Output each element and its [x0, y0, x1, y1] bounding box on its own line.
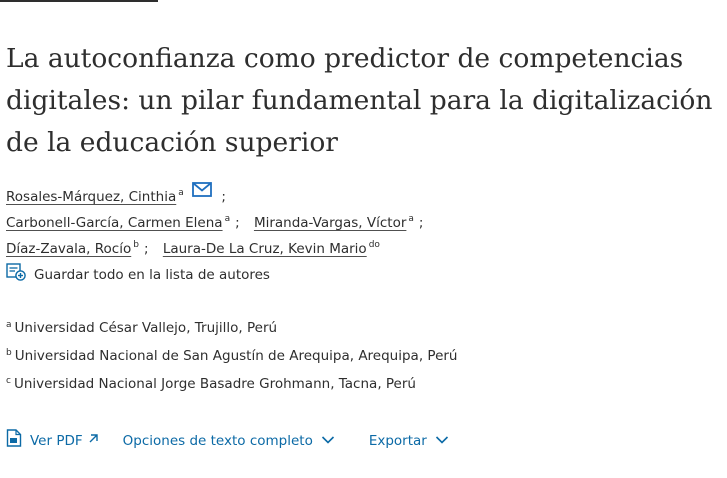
envelope-icon[interactable]	[192, 180, 212, 206]
author-affiliation-marker: a	[224, 214, 231, 224]
save-all-authors-button[interactable]: Guardar todo en la lista de autores	[6, 263, 270, 286]
affiliation-item: a Universidad César Vallejo, Trujillo, Pe…	[6, 316, 457, 344]
author-line-2: Carbonell-García, Carmen Elena a; Miranda…	[6, 206, 718, 232]
export-label: Exportar	[368, 432, 427, 449]
external-arrow-icon	[83, 432, 99, 450]
author-separator: ;	[221, 189, 226, 205]
author-line-1: Rosales-Márquez, Cinthia a ;	[6, 180, 718, 206]
author-link-miranda[interactable]: Miranda-Vargas, Víctor	[254, 215, 406, 231]
author-separator: ;	[418, 215, 424, 231]
affiliation-item: c Universidad Nacional Jorge Basadre Groh…	[6, 372, 457, 400]
pdf-document-icon	[2, 429, 22, 452]
author-affiliation-marker: a	[408, 214, 414, 224]
chevron-down-icon	[431, 432, 449, 450]
affiliation-item: b Universidad Nacional de San Agustín de …	[6, 344, 457, 372]
full-text-options-dropdown[interactable]: Opciones de texto completo	[123, 432, 335, 450]
article-title: La autoconfianza como predictor de compe…	[6, 43, 713, 158]
chevron-down-icon	[317, 432, 335, 450]
author-link-laura[interactable]: Laura-De La Cruz, Kevin Mario	[163, 241, 367, 257]
export-dropdown[interactable]: Exportar	[369, 432, 449, 450]
view-pdf-link[interactable]: Ver PDF	[2, 429, 99, 452]
affiliation-text: Universidad Nacional de San Agustín de A…	[14, 348, 458, 364]
save-all-authors-label: Guardar todo en la lista de autores	[34, 266, 270, 283]
author-affiliation-marker: b	[133, 240, 139, 250]
article-actions: Ver PDF Opciones de texto completo Expor…	[2, 429, 449, 452]
affiliation-list: a Universidad César Vallejo, Trujillo, Pe…	[6, 316, 457, 400]
affiliation-marker: b	[6, 348, 12, 358]
author-separator: ;	[143, 241, 149, 257]
author-link-rosales[interactable]: Rosales-Márquez, Cinthia	[6, 189, 176, 205]
author-separator: ;	[235, 215, 240, 231]
affiliation-marker: c	[6, 376, 11, 386]
author-affiliation-marker: do	[368, 240, 380, 250]
view-pdf-label: Ver PDF	[30, 432, 83, 449]
full-text-options-label: Opciones de texto completo	[122, 432, 313, 449]
affiliation-text: Universidad Nacional Jorge Basadre Grohm…	[13, 376, 416, 392]
top-divider	[0, 0, 158, 2]
add-to-list-icon	[6, 263, 34, 286]
author-line-3: Díaz-Zavala, Rocío b; Laura-De La Cruz, K…	[6, 232, 718, 258]
author-affiliation-marker: a	[178, 188, 184, 198]
author-link-carbonell[interactable]: Carbonell-García, Carmen Elena	[6, 215, 223, 231]
author-list: Rosales-Márquez, Cinthia a ; Carbonell-Ga…	[6, 180, 718, 258]
affiliation-text: Universidad César Vallejo, Trujillo, Per…	[14, 320, 278, 336]
affiliation-marker: a	[6, 320, 12, 330]
author-link-diaz[interactable]: Díaz-Zavala, Rocío	[6, 241, 131, 257]
